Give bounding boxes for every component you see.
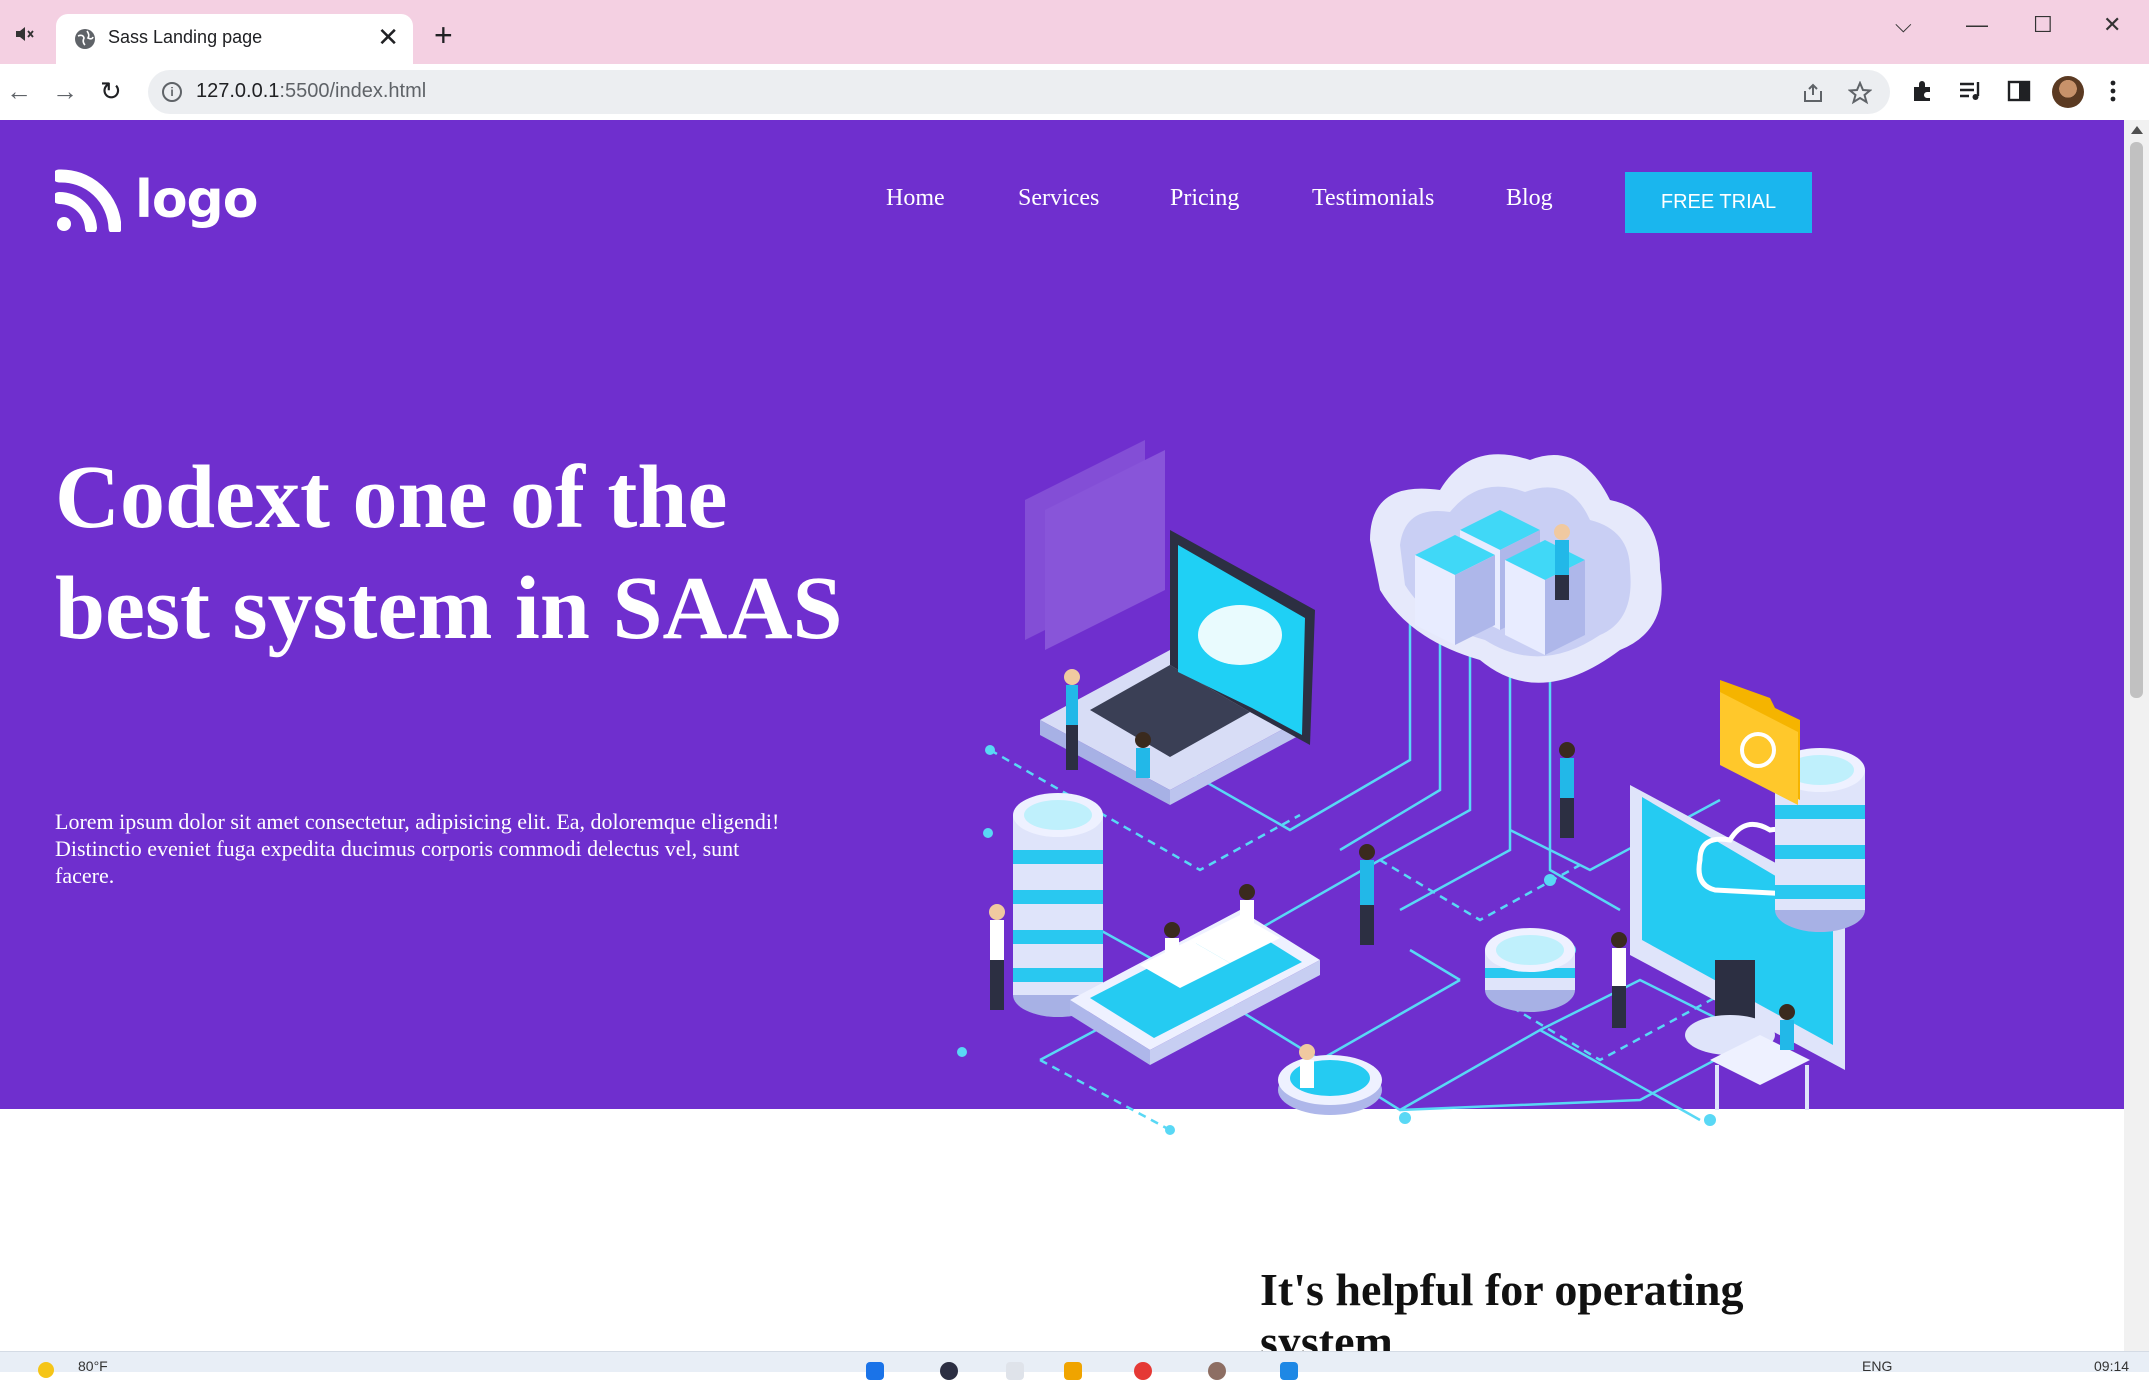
nav-testimonials[interactable]: Testimonials [1312, 185, 1434, 212]
profile-avatar[interactable] [2052, 76, 2084, 108]
extensions-puzzle-icon[interactable] [1910, 78, 1936, 104]
close-window-button[interactable]: ✕ [2103, 12, 2121, 38]
hero-description: Lorem ipsum dolor sit amet consectetur, … [55, 809, 780, 888]
site-logo[interactable]: logo [55, 168, 258, 238]
speaker-muted-icon[interactable] [14, 26, 36, 42]
back-button[interactable]: ← [6, 78, 32, 104]
site-info-icon[interactable]: i [162, 82, 182, 102]
start-windows-icon[interactable] [866, 1362, 884, 1380]
task-view-icon[interactable] [1006, 1362, 1024, 1380]
file-explorer-icon[interactable] [1064, 1362, 1082, 1380]
close-tab-icon[interactable]: ✕ [377, 24, 399, 50]
url-host: 127.0.0.1 [196, 80, 280, 102]
scroll-up-arrow-icon[interactable] [2131, 126, 2143, 134]
scrollbar-thumb[interactable] [2130, 142, 2143, 698]
weather-sun-icon[interactable] [38, 1362, 54, 1378]
browser-toolbar: ← → ↻ i 127.0.0.1:5500/index.html [0, 64, 2149, 120]
nav-blog[interactable]: Blog [1506, 185, 1553, 212]
logo-mark-icon [55, 169, 121, 232]
maximize-button[interactable]: ☐ [2033, 12, 2053, 38]
nav-pricing[interactable]: Pricing [1170, 185, 1239, 212]
hero-section: logo Home Services Pricing Testimonials … [0, 120, 2124, 1135]
tab-title: Sass Landing page [108, 27, 263, 47]
search-taskbar-icon[interactable] [940, 1362, 958, 1380]
vscode-taskbar-icon[interactable] [1280, 1362, 1298, 1380]
minimize-button[interactable]: — [1966, 12, 1988, 38]
nav-home[interactable]: Home [886, 185, 945, 212]
page-scrollbar[interactable] [2124, 120, 2149, 1351]
saas-cloud-illustration [957, 440, 1865, 1135]
reload-button[interactable]: ↻ [100, 78, 122, 104]
nav-services[interactable]: Services [1018, 185, 1099, 212]
address-bar[interactable]: i 127.0.0.1:5500/index.html [148, 70, 1890, 114]
free-trial-button[interactable]: FREE TRIAL [1625, 172, 1812, 233]
forward-button[interactable]: → [52, 78, 78, 104]
tab-search-chevron-icon[interactable]: ⌵ [1895, 12, 1912, 38]
page-viewport: logo Home Services Pricing Testimonials … [0, 120, 2124, 1351]
active-tab[interactable]: Sass Landing page ✕ [56, 14, 413, 64]
globe-icon [75, 29, 95, 49]
logo-text: logo [135, 170, 258, 230]
url-text[interactable]: 127.0.0.1:5500/index.html [196, 80, 426, 103]
share-icon[interactable] [1802, 82, 1824, 104]
taskbar-clock[interactable]: 09:14 [2094, 1358, 2129, 1374]
os-taskbar: 80°F ENG 09:14 [0, 1351, 2149, 1380]
bookmark-star-icon[interactable] [1848, 81, 1872, 105]
weather-temp[interactable]: 80°F [78, 1358, 108, 1374]
new-tab-button[interactable]: + [434, 19, 453, 51]
more-menu-icon[interactable] [2106, 78, 2120, 104]
input-language[interactable]: ENG [1862, 1358, 1892, 1374]
side-panel-icon[interactable] [2006, 78, 2032, 104]
hero-headline: Codext one of the best system in SAAS [55, 448, 843, 658]
browser-tab-strip: Sass Landing page ✕ + ⌵ — ☐ ✕ [0, 0, 2149, 64]
section-title: It's helpful for operating system [1260, 1264, 1744, 1351]
media-control-icon[interactable] [1958, 78, 1984, 104]
chrome-taskbar-icon[interactable] [1134, 1362, 1152, 1380]
chrome-profile-taskbar-icon[interactable] [1208, 1362, 1226, 1380]
url-path: :5500/index.html [279, 80, 427, 102]
